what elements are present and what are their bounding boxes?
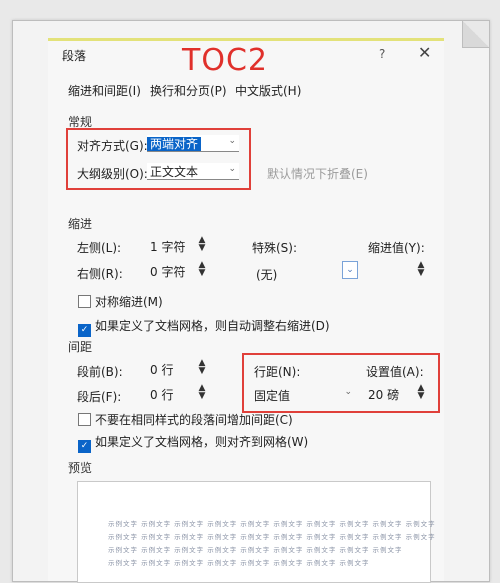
indent-value-spinner[interactable]: ▲ ▼ <box>415 261 427 278</box>
special-label: 特殊(S): <box>252 241 298 255</box>
preview-line: 示例文字 示例文字 示例文字 示例文字 示例文字 示例文字 示例文字 示例文字 … <box>108 546 403 554</box>
preview-line: 示例文字 示例文字 示例文字 示例文字 示例文字 示例文字 示例文字 示例文字 <box>108 559 370 567</box>
close-icon[interactable]: ✕ <box>418 43 431 62</box>
mirror-indent-checkbox[interactable] <box>78 295 91 308</box>
indent-left-input[interactable]: 1 字符 <box>150 238 185 255</box>
collapse-by-default-checkbox[interactable]: 默认情况下折叠(E) <box>267 165 368 182</box>
spacing-after-spinner[interactable]: ▲ ▼ <box>196 384 208 401</box>
spacing-before-input[interactable]: 0 行 <box>150 361 173 378</box>
chevron-down-icon: ⌄ <box>344 387 352 397</box>
line-spacing-label: 行距(N): <box>254 365 301 379</box>
setting-value-spinner[interactable]: ▲ ▼ <box>415 384 427 401</box>
outline-level-label: 大纲级别(O): <box>77 167 148 181</box>
spacing-before-spinner[interactable]: ▲ ▼ <box>196 359 208 376</box>
dialog-title: 段落 <box>62 49 87 63</box>
special-dropdown-button[interactable]: ⌄ <box>342 261 358 279</box>
mirror-indent-option[interactable]: 对称缩进(M) <box>78 293 163 310</box>
spacing-before-label: 段前(B): <box>77 365 123 379</box>
spacing-heading: 间距 <box>68 340 93 354</box>
setting-value-label: 设置值(A): <box>366 365 424 379</box>
preview-heading: 预览 <box>68 461 93 475</box>
highlight-box-line-spacing <box>242 353 440 413</box>
preview-pane: 示例文字 示例文字 示例文字 示例文字 示例文字 示例文字 示例文字 示例文字 … <box>77 481 436 583</box>
auto-adjust-indent-option[interactable]: ✓ 如果定义了文档网格，则自动调整右缩进(D) <box>78 317 330 337</box>
tab-asian-typography[interactable]: 中文版式(H) <box>235 82 301 99</box>
indent-right-label: 右侧(R): <box>77 267 123 281</box>
indent-value-label: 缩进值(Y): <box>368 241 425 255</box>
no-space-label: 不要在相同样式的段落间增加间距(C) <box>95 413 293 427</box>
preview-text: 示例文字 示例文字 示例文字 示例文字 示例文字 示例文字 示例文字 示例文字 … <box>108 518 436 570</box>
special-select[interactable]: (无) <box>256 266 277 283</box>
page-fold-corner <box>462 21 489 48</box>
outline-level-select[interactable]: 正文文本 ⌄ <box>147 163 239 180</box>
indent-right-spinner[interactable]: ▲ ▼ <box>196 261 208 278</box>
snap-to-grid-label: 如果定义了文档网格，则对齐到网格(W) <box>95 435 309 449</box>
no-space-same-style-option[interactable]: 不要在相同样式的段落间增加间距(C) <box>78 411 293 428</box>
chevron-down-icon: ⌄ <box>228 164 236 174</box>
alignment-label: 对齐方式(G): <box>77 139 148 153</box>
toc-overlay-label: TOC2 <box>182 43 268 78</box>
tab-indents-spacing[interactable]: 缩进和间距(I) <box>68 82 141 99</box>
indent-right-input[interactable]: 0 字符 <box>150 263 185 280</box>
spacing-after-label: 段后(F): <box>77 390 122 404</box>
auto-adjust-checkbox[interactable]: ✓ <box>78 324 91 337</box>
alignment-select[interactable]: 两端对齐 ⌄ <box>147 135 239 152</box>
spacing-after-input[interactable]: 0 行 <box>150 386 173 403</box>
indent-left-label: 左侧(L): <box>77 241 122 255</box>
snap-to-grid-option[interactable]: ✓ 如果定义了文档网格，则对齐到网格(W) <box>78 433 308 453</box>
alignment-value: 两端对齐 <box>147 137 202 151</box>
paragraph-dialog: 段落 TOC2 ? ✕ 缩进和间距(I) 换行和分页(P) 中文版式(H) 常规… <box>48 38 444 583</box>
no-space-checkbox[interactable] <box>78 413 91 426</box>
setting-value-input[interactable]: 20 磅 <box>368 386 399 403</box>
mirror-indent-label: 对称缩进(M) <box>95 295 163 309</box>
tab-line-page-breaks[interactable]: 换行和分页(P) <box>150 82 227 99</box>
auto-adjust-label: 如果定义了文档网格，则自动调整右缩进(D) <box>95 319 330 333</box>
help-icon[interactable]: ? <box>379 47 385 61</box>
chevron-down-icon: ⌄ <box>228 136 236 146</box>
line-spacing-value: 固定值 <box>254 389 291 403</box>
indent-heading: 缩进 <box>68 217 93 231</box>
indent-left-spinner[interactable]: ▲ ▼ <box>196 236 208 253</box>
line-spacing-select[interactable]: 固定值 ⌄ <box>254 387 354 403</box>
outline-level-value: 正文文本 <box>150 165 199 179</box>
preview-line: 示例文字 示例文字 示例文字 示例文字 示例文字 示例文字 示例文字 示例文字 … <box>108 533 436 541</box>
snap-to-grid-checkbox[interactable]: ✓ <box>78 440 91 453</box>
preview-line: 示例文字 示例文字 示例文字 示例文字 示例文字 示例文字 示例文字 示例文字 … <box>108 520 436 528</box>
